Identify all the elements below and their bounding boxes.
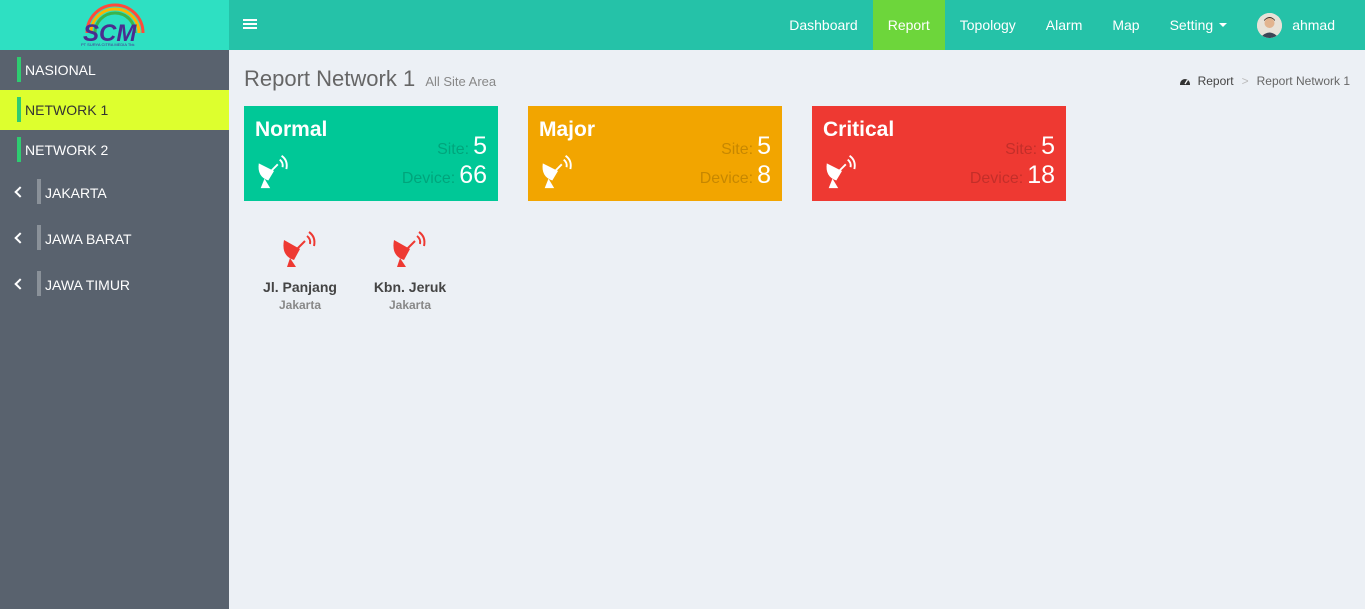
dashboard-icon [1179,79,1190,85]
satellite-dish-icon [258,155,288,189]
card-device-value: 8 [757,161,771,189]
sidebar-item-marker [37,271,41,296]
card-site-value: 5 [1041,132,1055,160]
page-title-text: Report Network 1 [244,66,416,91]
site-name: Kbn. Jeruk [373,279,447,295]
card-device-label: Device: [969,170,1024,187]
card-site-label: Site: [1005,141,1038,158]
breadcrumb-separator: > [1241,74,1249,88]
card-device-value: 66 [459,161,487,189]
card-site-value: 5 [473,132,487,160]
sidebar-item-network-1[interactable]: NETWORK 1 [0,90,229,130]
site-item-jl-panjang[interactable]: Jl. Panjang Jakarta [245,230,355,312]
site-name: Jl. Panjang [263,279,337,295]
sidebar-group-jawa-timur[interactable]: JAWA TIMUR [0,262,229,308]
nav-topology[interactable]: Topology [945,0,1031,50]
satellite-dish-icon [542,155,572,189]
nav-dashboard[interactable]: Dashboard [774,0,873,50]
chevron-left-icon [14,232,26,244]
sidebar-item-label: NETWORK 2 [25,142,109,158]
breadcrumb-home[interactable]: Report [1198,74,1234,88]
nav-setting-dropdown[interactable]: Setting [1155,0,1243,50]
sidebar-item-nasional[interactable]: NASIONAL [0,50,229,90]
nav-alarm[interactable]: Alarm [1031,0,1098,50]
satellite-dish-icon [826,155,856,189]
sidebar: NASIONAL NETWORK 1 NETWORK 2 JAKARTA JAW… [0,50,229,609]
site-area: Jakarta [278,298,322,312]
card-site-label: Site: [437,141,470,158]
user-menu[interactable]: ahmad [1242,0,1365,50]
satellite-dish-icon [283,231,316,267]
sidebar-group-label: JAWA TIMUR [45,277,131,293]
site-area: Jakarta [388,298,432,312]
sidebar-group-jawa-barat[interactable]: JAWA BARAT [0,216,229,262]
nav-report[interactable]: Report [872,0,945,50]
card-site-value: 5 [757,132,771,160]
card-device-row: Device: 18 [970,161,1055,190]
breadcrumb-current: Report Network 1 [1256,74,1350,88]
card-site-label: Site: [721,141,754,158]
site-item-kbn-jeruk[interactable]: Kbn. Jeruk Jakarta [355,230,465,312]
chevron-left-icon [14,186,26,198]
card-device-label: Device: [401,170,456,187]
sidebar-group-jakarta[interactable]: JAKARTA [0,170,229,216]
card-site-row: Site: 5 [1005,132,1055,161]
brand-logo[interactable]: SCM PT SURYA CITRA MEDIA Tbk [0,0,229,50]
logo-icon: SCM PT SURYA CITRA MEDIA Tbk [81,3,144,47]
nav-setting-label: Setting [1169,17,1214,33]
top-nav: Dashboard Report Topology Alarm Map Sett… [774,0,1365,50]
sidebar-item-marker [37,179,41,204]
page-title: Report Network 1 All Site Area [244,66,496,92]
top-navbar: Dashboard Report Topology Alarm Map Sett… [229,0,1365,50]
sidebar-group-label: JAWA BARAT [45,231,132,247]
card-device-value: 18 [1027,161,1055,189]
page-subtitle: All Site Area [425,74,497,89]
chevron-left-icon [14,278,26,290]
nav-map[interactable]: Map [1097,0,1154,50]
sidebar-toggle-icon[interactable] [243,17,257,33]
card-site-row: Site: 5 [721,132,771,161]
satellite-dish-icon [393,231,426,267]
card-title: Critical [823,118,895,141]
card-device-row: Device: 66 [402,161,487,190]
status-card-normal[interactable]: Normal Site: 5 Device: 66 [244,106,498,201]
status-card-critical[interactable]: Critical Site: 5 Device: 18 [812,106,1066,201]
logo-tagline: PT SURYA CITRA MEDIA Tbk [81,42,135,47]
caret-down-icon [1219,23,1228,27]
sidebar-item-label: NASIONAL [25,62,96,78]
sidebar-item-marker [17,137,21,162]
sidebar-item-label: NETWORK 1 [25,102,109,118]
breadcrumb: Report > Report Network 1 [1179,74,1350,88]
card-title: Normal [255,118,328,141]
avatar [1257,12,1283,38]
card-site-row: Site: 5 [437,132,487,161]
card-device-label: Device: [699,170,754,187]
card-device-row: Device: 8 [700,161,771,190]
sidebar-item-marker [37,225,41,250]
sidebar-group-label: JAKARTA [45,185,107,201]
card-title: Major [539,118,596,141]
user-name: ahmad [1292,17,1335,33]
sidebar-item-marker [17,57,21,82]
sidebar-item-network-2[interactable]: NETWORK 2 [0,130,229,170]
status-card-major[interactable]: Major Site: 5 Device: 8 [528,106,782,201]
sidebar-item-marker [17,97,21,122]
